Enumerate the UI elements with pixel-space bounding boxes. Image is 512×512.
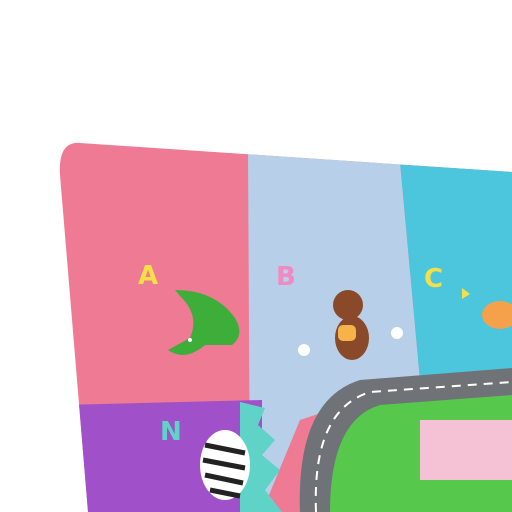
flower-icon xyxy=(391,327,403,339)
letter-a: A xyxy=(138,261,158,291)
building xyxy=(420,420,512,480)
letter-b: B xyxy=(276,262,296,292)
flower-icon xyxy=(298,344,310,356)
play-mat-photo: A B C N xyxy=(0,0,512,512)
letter-c: C xyxy=(424,264,443,294)
letter-n: N xyxy=(160,417,182,447)
zebra-icon xyxy=(200,430,250,500)
play-mat: A B C N xyxy=(59,142,512,512)
